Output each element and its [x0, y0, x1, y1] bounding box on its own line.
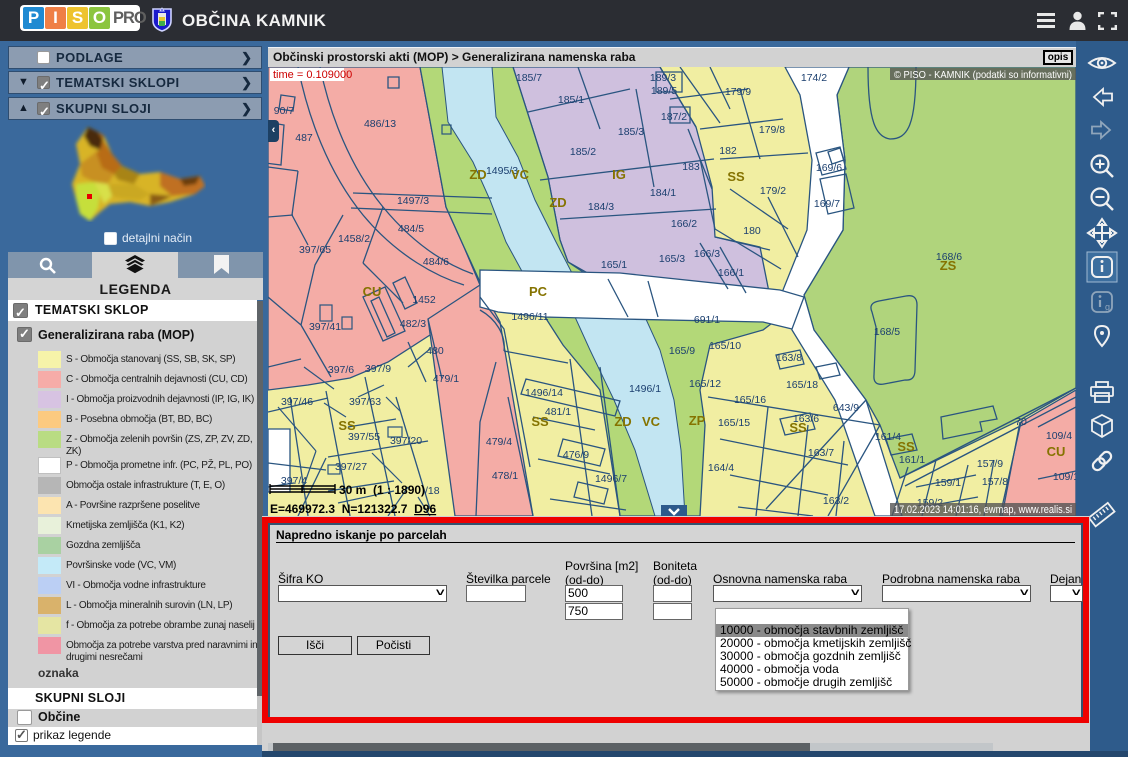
svg-text:© PISO - KAMNIK (podatki so in: © PISO - KAMNIK (podatki so informativni…	[894, 69, 1072, 81]
svg-text:184/1: 184/1	[650, 187, 676, 199]
svg-text:486/13: 486/13	[364, 118, 396, 130]
svg-text:185/3: 185/3	[618, 126, 644, 138]
svg-text:ZP: ZP	[689, 413, 706, 428]
svg-text:397/9: 397/9	[365, 363, 391, 375]
svg-text:165/9: 165/9	[669, 345, 695, 357]
svg-text:479/4: 479/4	[486, 436, 512, 448]
svg-text:185/1: 185/1	[558, 94, 584, 106]
svg-text:ZS: ZS	[940, 258, 957, 273]
svg-text:SS: SS	[727, 169, 745, 184]
svg-text:189/5: 189/5	[651, 85, 677, 97]
svg-text:1496/14: 1496/14	[525, 387, 563, 399]
svg-text:174/2: 174/2	[801, 72, 827, 84]
svg-text:109/4: 109/4	[1046, 430, 1072, 442]
svg-text:17.02.2023 14:01:16, ewmap, ww: 17.02.2023 14:01:16, ewmap, www.realis.s…	[894, 504, 1072, 516]
svg-text:397/63: 397/63	[349, 396, 381, 408]
svg-text:165/12: 165/12	[689, 378, 721, 390]
svg-text:185/2: 185/2	[570, 146, 596, 158]
svg-text:ZD: ZD	[614, 414, 631, 429]
svg-text:163/8: 163/8	[776, 352, 802, 364]
svg-text:E=469972.3 N=121322.7 D96: E=469972.3 N=121322.7 D96	[270, 502, 436, 516]
svg-text:SS: SS	[789, 420, 807, 435]
svg-text:165/1: 165/1	[601, 259, 627, 271]
svg-text:30 m (1 : 1890): 30 m (1 : 1890)	[339, 483, 425, 497]
svg-text:184/3: 184/3	[588, 201, 614, 213]
svg-text:1497/3: 1497/3	[397, 195, 429, 207]
svg-text:487: 487	[295, 132, 313, 144]
svg-text:166/1: 166/1	[718, 267, 744, 279]
svg-text:476/9: 476/9	[563, 449, 589, 461]
svg-text:397/41: 397/41	[309, 321, 341, 333]
svg-text:165/15: 165/15	[718, 417, 750, 429]
svg-text:1458/2: 1458/2	[338, 233, 370, 245]
svg-text:164/4: 164/4	[708, 462, 734, 474]
svg-text:183: 183	[682, 161, 700, 173]
svg-text:SS: SS	[897, 439, 915, 454]
svg-text:ZD: ZD	[549, 195, 566, 210]
svg-text:CU: CU	[1047, 444, 1066, 459]
svg-text:163/7: 163/7	[808, 447, 834, 459]
svg-text:161/1: 161/1	[899, 454, 925, 466]
svg-text:179/2: 179/2	[760, 185, 786, 197]
svg-text:ZD: ZD	[469, 167, 486, 182]
svg-text:165/10: 165/10	[709, 340, 741, 352]
svg-text:397/6: 397/6	[328, 364, 354, 376]
svg-text:169/7: 169/7	[814, 198, 840, 210]
svg-text:397/46: 397/46	[281, 396, 313, 408]
svg-text:70: 70	[1015, 416, 1027, 428]
svg-text:691/1: 691/1	[694, 314, 720, 326]
svg-text:157/9: 157/9	[977, 458, 1003, 470]
svg-text:g: g	[1105, 302, 1110, 312]
svg-text:157/8: 157/8	[982, 476, 1008, 488]
svg-text:IG: IG	[612, 167, 626, 182]
svg-text:482/3: 482/3	[400, 318, 426, 330]
svg-text:165/16: 165/16	[734, 394, 766, 406]
svg-text:185/7: 185/7	[516, 72, 542, 84]
svg-text:163/2: 163/2	[823, 495, 849, 507]
svg-text:484/5: 484/5	[398, 223, 424, 235]
svg-text:397/65: 397/65	[299, 244, 331, 256]
svg-text:478/1: 478/1	[492, 470, 518, 482]
svg-text:1496/1: 1496/1	[629, 383, 661, 395]
svg-text:179/8: 179/8	[759, 124, 785, 136]
svg-text:VC: VC	[511, 167, 530, 182]
svg-text:168/5: 168/5	[874, 326, 900, 338]
svg-text:109/1: 109/1	[1053, 471, 1076, 483]
svg-text:SS: SS	[531, 414, 549, 429]
svg-text:PC: PC	[529, 284, 548, 299]
svg-text:CU: CU	[363, 284, 382, 299]
svg-text:481/1: 481/1	[545, 406, 571, 418]
svg-text:159/1: 159/1	[935, 477, 961, 489]
svg-text:90/7: 90/7	[274, 105, 295, 117]
svg-text:1496/7: 1496/7	[595, 473, 627, 485]
svg-text:182: 182	[719, 145, 737, 157]
svg-text:189/3: 189/3	[650, 72, 676, 84]
svg-text:166/3: 166/3	[694, 248, 720, 260]
svg-text:/18: /18	[425, 485, 440, 497]
svg-text:165/3: 165/3	[659, 253, 685, 265]
svg-text:VC: VC	[642, 414, 661, 429]
svg-text:1496/11: 1496/11	[511, 311, 548, 323]
svg-text:187/2: 187/2	[661, 111, 687, 123]
svg-text:180: 180	[743, 225, 761, 237]
svg-text:169/6: 169/6	[816, 162, 842, 174]
svg-text:time = 0.109000: time = 0.109000	[273, 69, 352, 81]
svg-text:479/1: 479/1	[433, 373, 459, 385]
svg-text:165/18: 165/18	[786, 379, 818, 391]
svg-text:484/6: 484/6	[423, 256, 449, 268]
svg-text:480: 480	[426, 345, 444, 357]
svg-text:166/2: 166/2	[671, 218, 697, 230]
svg-text:SS: SS	[338, 418, 356, 433]
svg-text:179/9: 179/9	[725, 86, 751, 98]
svg-text:1452: 1452	[412, 294, 436, 306]
svg-text:397/4: 397/4	[281, 475, 307, 487]
svg-text:643/9: 643/9	[833, 402, 859, 414]
